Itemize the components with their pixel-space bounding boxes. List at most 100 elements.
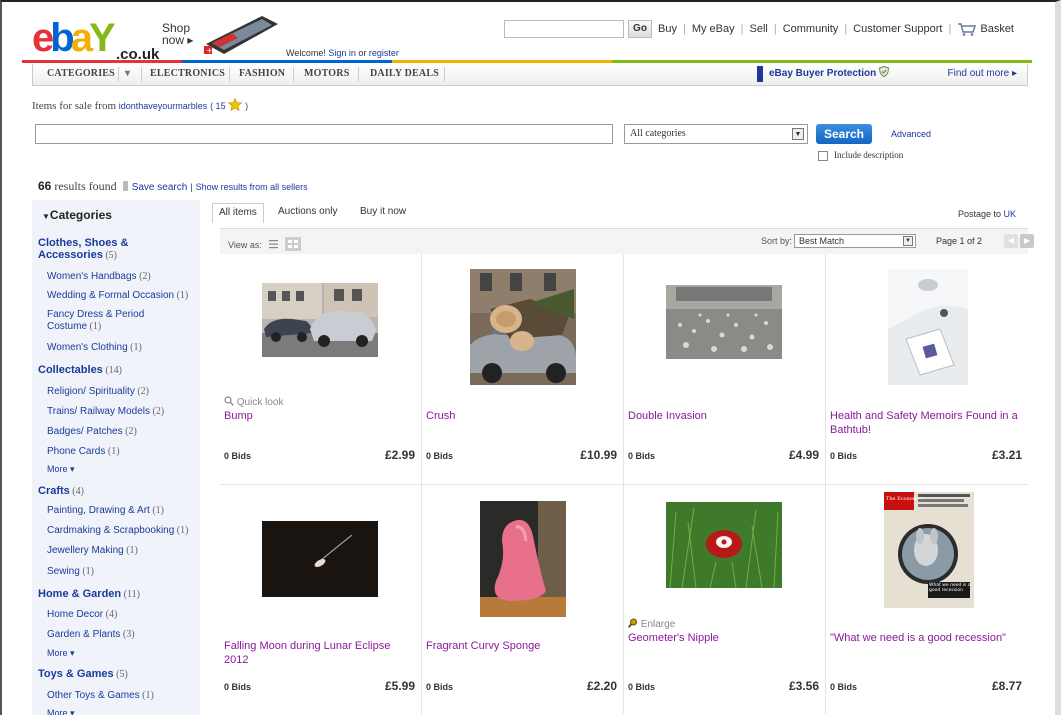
sidebar-subcategory[interactable]: Costume (1)	[47, 321, 101, 332]
sidebar-subcategory[interactable]: Cardmaking & Scrapbooking (1)	[47, 525, 188, 536]
list-view-icon[interactable]	[268, 239, 280, 249]
include-description-option[interactable]: Include description	[818, 150, 903, 161]
sidebar-subcategory[interactable]: Trains/ Railway Models (2)	[47, 406, 164, 417]
chevron-down-icon[interactable]: ▼	[792, 128, 804, 140]
tablet-promo-image[interactable]: +	[202, 14, 280, 56]
listing-card[interactable]: Double Invasion 0 Bids £4.99	[624, 254, 826, 484]
postage-country-link[interactable]: UK	[1004, 209, 1017, 219]
categories-heading[interactable]: ▼Categories	[42, 208, 112, 222]
listing-title[interactable]: Bump	[224, 409, 416, 423]
sidebar-subcategory[interactable]: Garden & Plants (3)	[47, 629, 135, 640]
listing-card[interactable]: Quick look Bump 0 Bids £2.99	[220, 254, 422, 484]
listing-card[interactable]: Crush 0 Bids £10.99	[422, 254, 624, 484]
listing-card[interactable]: Falling Moon during Lunar Eclipse 2012 0…	[220, 484, 422, 714]
go-button[interactable]: Go	[628, 20, 652, 38]
nav-electronics[interactable]: Electronics	[150, 64, 225, 85]
show-all-sellers-link[interactable]: Show results from all sellers	[196, 182, 308, 192]
my-ebay-link[interactable]: My eBay	[692, 23, 735, 35]
save-search-link[interactable]: Save search	[132, 182, 188, 193]
chevron-down-icon[interactable]: ▼	[903, 236, 913, 246]
nav-daily-deals[interactable]: Daily Deals	[370, 64, 439, 85]
sidebar-subcategory[interactable]: Painting, Drawing & Art (1)	[47, 505, 164, 516]
listing-title[interactable]: Fragrant Curvy Sponge	[426, 639, 618, 653]
sidebar-row-label: Crafts	[38, 485, 70, 497]
sign-in-link[interactable]: Sign in	[328, 48, 356, 58]
customer-support-link[interactable]: Customer Support	[853, 23, 942, 35]
register-link[interactable]: register	[369, 48, 399, 58]
sidebar-subcategory[interactable]: Jewellery Making (1)	[47, 545, 138, 556]
basket-icon[interactable]	[957, 22, 977, 36]
listing-image-falling-moon[interactable]	[262, 521, 378, 597]
listing-title[interactable]: "What we need is a good recession"	[830, 631, 1022, 645]
listing-image-bump[interactable]	[262, 283, 378, 357]
sidebar-row-count: (1)	[139, 690, 154, 701]
listing-image-bathtub-memoirs[interactable]	[888, 269, 968, 385]
advanced-search-link[interactable]: Advanced	[891, 129, 931, 139]
sidebar-subcategory[interactable]: Phone Cards (1)	[47, 446, 120, 457]
sidebar-category[interactable]: Toys & Games (5)	[38, 668, 128, 680]
sidebar-subcategory[interactable]: Other Toys & Games (1)	[47, 690, 154, 701]
gallery-view-icon[interactable]	[284, 237, 301, 251]
next-page-icon[interactable]: ▶	[1020, 234, 1034, 248]
tab-buy-it-now[interactable]: Buy it now	[354, 203, 412, 223]
listing-title[interactable]: Crush	[426, 409, 618, 423]
basket-link[interactable]: Basket	[980, 23, 1014, 35]
welcome-or: or	[355, 48, 369, 58]
find-out-more-link[interactable]: Find out more ▸	[948, 64, 1018, 84]
sidebar-category[interactable]: Collectables (14)	[38, 364, 122, 376]
seller-feedback-score[interactable]: ( 15	[210, 101, 226, 111]
chevron-down-icon[interactable]: ▾	[125, 64, 130, 85]
include-description-checkbox[interactable]	[818, 150, 828, 161]
sidebar-category[interactable]: Accessories (5)	[38, 249, 117, 261]
sell-link[interactable]: Sell	[749, 23, 767, 35]
sidebar-subcategory[interactable]: Fancy Dress & Period	[47, 309, 144, 320]
sidebar-more-link[interactable]: More ▾	[47, 648, 75, 659]
sidebar-category[interactable]: Clothes, Shoes &	[38, 237, 128, 249]
listing-card[interactable]: Enlarge Geometer's Nipple 0 Bids £3.56	[624, 484, 826, 714]
sidebar-subcategory[interactable]: Women's Clothing (1)	[47, 342, 142, 353]
listing-title[interactable]: Falling Moon during Lunar Eclipse 2012	[224, 639, 416, 667]
sidebar-subcategory[interactable]: Home Decor (4)	[47, 609, 117, 620]
sidebar-more-link[interactable]: More ▾	[47, 708, 75, 715]
listing-image-geometers-nipple[interactable]	[666, 502, 782, 588]
listing-image-curvy-sponge[interactable]	[480, 501, 566, 617]
category-select[interactable]: All categories ▼	[624, 124, 808, 144]
tab-all-items[interactable]: All items	[212, 203, 264, 223]
enlarge[interactable]: Enlarge	[628, 618, 675, 630]
sidebar-subcategory[interactable]: Wedding & Formal Occasion (1)	[47, 290, 188, 301]
sidebar-category[interactable]: Crafts (4)	[38, 485, 84, 497]
nav-fashion[interactable]: Fashion	[239, 64, 285, 85]
tab-auctions-only[interactable]: Auctions only	[272, 203, 343, 223]
sidebar-subcategory[interactable]: Women's Handbags (2)	[47, 271, 151, 282]
nav-categories[interactable]: Categories	[47, 64, 115, 85]
listing-card[interactable]: The Economist What we need is a good rec…	[826, 484, 1028, 714]
shop-now-promo[interactable]: Shop now ▸	[162, 22, 193, 46]
header-search-input[interactable]	[504, 20, 624, 38]
listing-image-crush[interactable]	[470, 269, 576, 385]
nav-motors[interactable]: Motors	[304, 64, 349, 85]
sidebar-subcategory[interactable]: Badges/ Patches (2)	[47, 426, 137, 437]
search-button[interactable]: Search	[816, 124, 872, 144]
community-link[interactable]: Community	[783, 23, 839, 35]
sidebar-subcategory[interactable]: Religion/ Spirituality (2)	[47, 386, 149, 397]
sidebar-more-link[interactable]: More ▾	[47, 464, 75, 475]
listing-title[interactable]: Double Invasion	[628, 409, 820, 423]
listing-card[interactable]: Fragrant Curvy Sponge 0 Bids £2.20	[422, 484, 624, 714]
listing-card[interactable]: Health and Safety Memoirs Found in a Bat…	[826, 254, 1028, 484]
prev-page-icon[interactable]: ◀	[1004, 234, 1018, 248]
sidebar-row-label: Phone Cards	[47, 446, 106, 457]
sidebar-category[interactable]: Home & Garden (11)	[38, 588, 140, 600]
ebay-logo[interactable]: ebaY .co.uk	[32, 18, 159, 63]
listing-image-economist-cover[interactable]: The Economist What we need is a good rec…	[884, 492, 974, 608]
seller-name-link[interactable]: idonthaveyourmarbles	[119, 101, 208, 111]
buyer-protection[interactable]: eBay Buyer Protection	[769, 64, 890, 84]
listing-title[interactable]: Geometer's Nipple	[628, 631, 820, 645]
quick-look[interactable]: Quick look	[224, 396, 283, 408]
search-input[interactable]	[35, 124, 613, 144]
listing-title[interactable]: Health and Safety Memoirs Found in a Bat…	[830, 409, 1022, 437]
sort-select[interactable]: Best Match ▼	[794, 234, 916, 248]
sidebar-row-count: (2)	[122, 426, 137, 437]
buy-link[interactable]: Buy	[658, 23, 677, 35]
listing-image-double-invasion[interactable]	[666, 285, 782, 359]
sidebar-subcategory[interactable]: Sewing (1)	[47, 566, 94, 577]
